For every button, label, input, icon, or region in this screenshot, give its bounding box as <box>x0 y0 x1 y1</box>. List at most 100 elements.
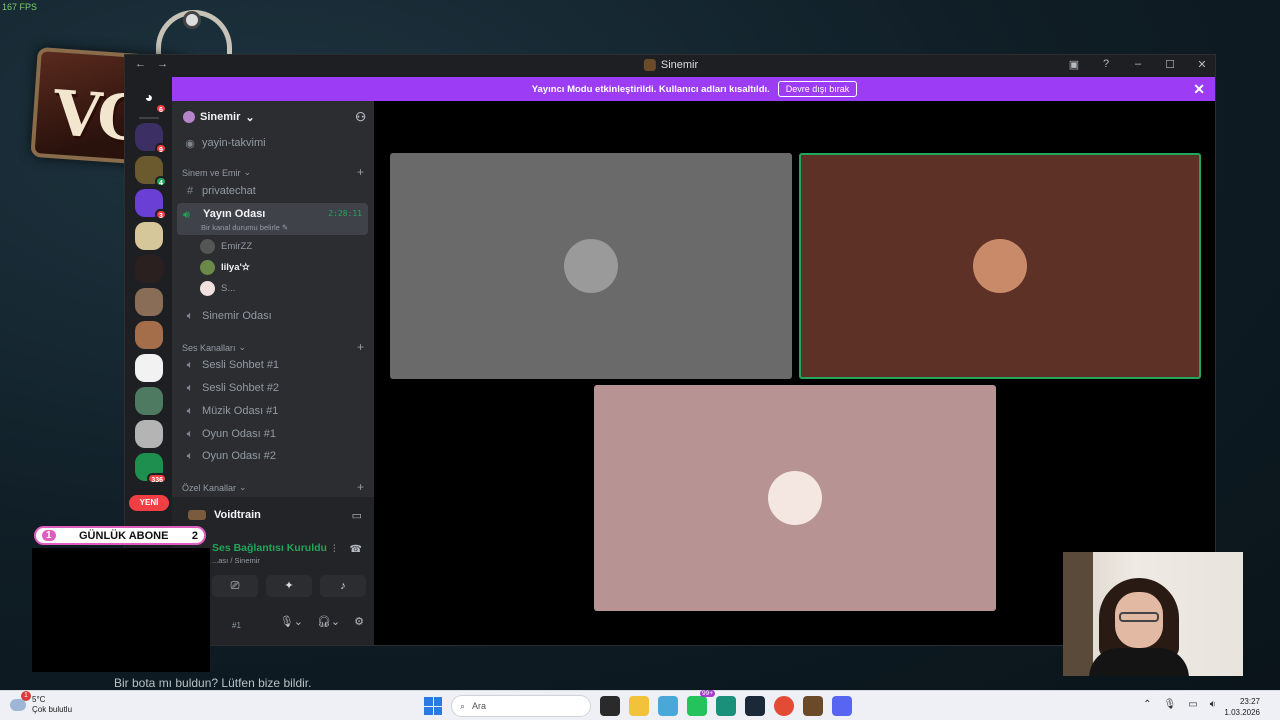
discord-home-icon[interactable]: ◕ 6 <box>135 83 167 114</box>
new-badge[interactable]: YENİ <box>129 495 169 511</box>
channel-voice[interactable]: 🔈︎ Oyun Odası #1 <box>178 424 368 444</box>
server-header[interactable]: Sinemir ⌄ ⚇ <box>172 101 374 133</box>
volume-icon[interactable]: 🔉︎ <box>1210 699 1216 710</box>
weather-widget[interactable]: 1 5°C Çok bulutlu <box>10 691 73 715</box>
steam-icon[interactable] <box>745 696 765 716</box>
search-box[interactable]: ⌕ Ara <box>451 695 591 717</box>
cloud-icon: 1 <box>10 691 31 711</box>
maximize-button[interactable]: ☐ <box>1163 58 1177 71</box>
add-member-icon[interactable]: ⚇ <box>355 110 366 124</box>
taskbar: 1 5°C Çok bulutlu ⌕ Ara 99+ ⌃ 🎙︎ ▭ 🔉︎ 23… <box>0 690 1280 720</box>
daily-subs-counter: 1 GÜNLÜK ABONE 2 <box>34 526 206 545</box>
channel-sinemir-odasi[interactable]: 🔈︎ Sinemir Odası <box>178 306 368 326</box>
fps-counter: 167 FPS <box>2 2 38 12</box>
channel-yayin-takvimi[interactable]: ◉ yayin-takvimi <box>178 133 368 153</box>
avatar <box>768 471 822 525</box>
task-view-icon[interactable] <box>600 696 620 716</box>
close-button[interactable]: ✕ <box>1195 58 1209 71</box>
noise-suppression-icon[interactable]: ⫶ <box>333 544 336 555</box>
share-screen-button[interactable]: ⎚ <box>212 575 258 597</box>
avatar <box>200 280 215 296</box>
video-tile-2[interactable] <box>799 153 1201 379</box>
user-tag: #1 <box>232 621 241 630</box>
server-icon[interactable]: 336 <box>135 453 167 484</box>
server-icon[interactable] <box>135 255 163 283</box>
chevron-down-icon: ⌄ <box>243 167 252 177</box>
avatar <box>200 238 215 254</box>
server-icon[interactable] <box>135 387 163 415</box>
disable-streamer-mode-button[interactable]: Devre dışı bırak <box>777 81 858 97</box>
add-channel-icon[interactable]: + <box>357 480 364 494</box>
category-sinem-ve-emir[interactable]: Sinem ve Emir ⌄ + <box>182 165 368 179</box>
close-icon[interactable]: ✕ <box>1193 81 1205 98</box>
screen-share-icon[interactable]: ▣ <box>1067 58 1081 71</box>
discord-icon[interactable] <box>832 696 852 716</box>
back-icon[interactable]: ← <box>135 58 146 70</box>
file-explorer-icon[interactable] <box>629 696 649 716</box>
channel-voice[interactable]: 🔈︎ Sesli Sohbet #2 <box>178 378 368 398</box>
channel-privatechat[interactable]: # privatechat <box>178 181 368 201</box>
voice-member[interactable]: EmirZZ <box>200 237 252 255</box>
app-icon[interactable] <box>716 696 736 716</box>
whatsapp-icon[interactable]: 99+ <box>687 690 715 716</box>
channel-voice[interactable]: 🔈︎ Oyun Odası #2 <box>178 446 368 466</box>
server-icon[interactable]: 3 <box>135 189 167 220</box>
home-badge: 6 <box>155 103 167 114</box>
add-channel-icon[interactable]: + <box>357 165 364 179</box>
server-icon[interactable] <box>135 222 163 250</box>
rail-divider <box>139 117 159 119</box>
speaker-icon: 🔊︎ <box>183 209 190 221</box>
add-channel-icon[interactable]: + <box>357 340 364 354</box>
voice-connected-status[interactable]: Ses Bağlantısı Kuruldu <box>212 542 327 554</box>
server-icon[interactable] <box>135 354 163 382</box>
clock[interactable]: 23:27 1.03.2026 <box>1224 696 1260 718</box>
title-bar: ← → Sinemir ▣ ? – ☐ ✕ <box>125 55 1215 77</box>
category-ses-kanallari[interactable]: Ses Kanalları ⌄ + <box>182 340 368 354</box>
weather-desc: Çok bulutlu <box>32 705 73 714</box>
discord-window: ← → Sinemir ▣ ? – ☐ ✕ ◕ 6 9 4 3 336 YENİ Yay… <box>124 54 1216 646</box>
speaker-icon: 🔈︎ <box>186 427 194 440</box>
voice-member[interactable]: S... <box>200 279 235 297</box>
forward-icon[interactable]: → <box>157 58 168 70</box>
announcement-icon: ◉ <box>185 137 195 150</box>
chrome-icon[interactable] <box>774 696 794 716</box>
microphone-icon[interactable]: 🎙︎⌄ <box>280 615 303 628</box>
microphone-icon[interactable]: 🎙︎ <box>1164 699 1177 710</box>
server-icon[interactable] <box>135 321 163 349</box>
window-title: Sinemir <box>643 59 698 71</box>
activities-button[interactable]: ✦ <box>266 575 312 597</box>
game-app-icon[interactable] <box>803 696 823 716</box>
channel-status[interactable]: Bir kanal durumu belirle ✎ <box>201 223 288 232</box>
network-icon[interactable]: ▭ <box>1188 699 1197 710</box>
server-icon[interactable]: 9 <box>135 123 167 154</box>
screen-icon[interactable]: ▭ <box>352 509 362 522</box>
search-icon: ⌕ <box>460 700 466 711</box>
voice-connected-channel[interactable]: ...ası / Sinemir <box>212 556 260 565</box>
settings-app-icon[interactable] <box>658 696 678 716</box>
server-icon[interactable]: 4 <box>135 156 167 187</box>
server-icon[interactable] <box>135 288 163 316</box>
video-tile-3[interactable] <box>594 385 996 611</box>
notification-badge: 9 <box>155 143 167 154</box>
notification-badge: 3 <box>155 209 167 220</box>
server-icon[interactable] <box>135 420 163 448</box>
channel-voice[interactable]: 🔈︎ Sesli Sohbet #1 <box>178 355 368 375</box>
weather-badge: 1 <box>21 691 31 701</box>
chevron-up-icon[interactable]: ⌃ <box>1143 699 1151 710</box>
gear-icon[interactable]: ⚙ <box>354 615 364 628</box>
chevron-down-icon: ⌄ <box>238 342 247 352</box>
help-icon[interactable]: ? <box>1099 58 1113 71</box>
voice-timer: 2:28:11 <box>328 209 362 218</box>
channel-voice[interactable]: 🔈︎ Müzik Odası #1 <box>178 401 368 421</box>
soundboard-button[interactable]: ♪ <box>320 575 366 597</box>
minimize-button[interactable]: – <box>1131 58 1145 71</box>
voice-member[interactable]: lilya'✫ <box>200 258 250 276</box>
activity-game[interactable]: Voidtrain <box>188 509 261 521</box>
channel-yayin-odasi[interactable]: 🔊︎ Yayın Odası Bir kanal durumu belirle … <box>177 203 368 235</box>
headphones-icon[interactable]: 🎧︎⌄ <box>317 615 340 628</box>
speaker-icon: 🔈︎ <box>186 449 194 462</box>
video-tile-1[interactable] <box>390 153 792 379</box>
disconnect-icon[interactable]: ☎ <box>350 544 362 555</box>
start-button[interactable] <box>424 697 442 715</box>
category-ozel-kanallar[interactable]: Özel Kanallar ⌄ + <box>182 480 368 494</box>
